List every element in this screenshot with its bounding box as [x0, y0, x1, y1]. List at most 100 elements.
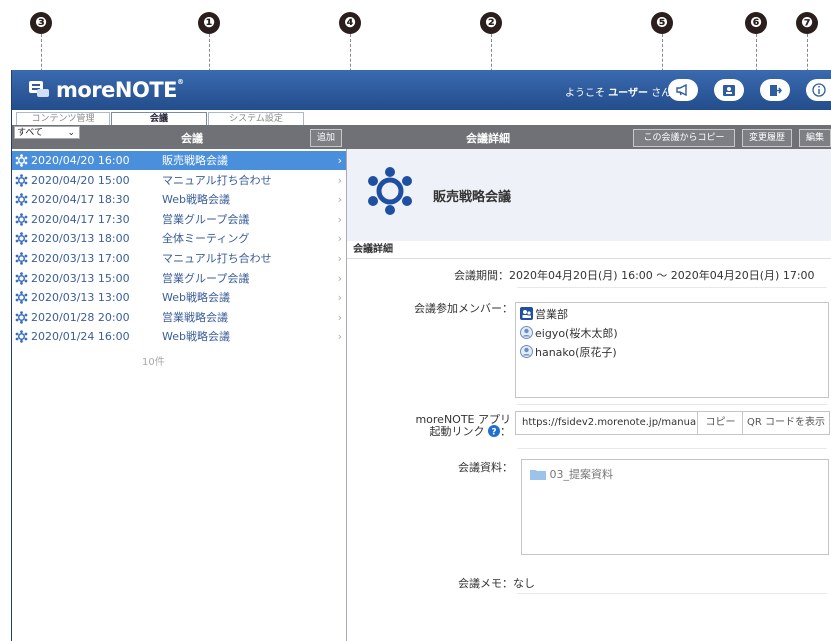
meeting-name: Web戦略会議 — [162, 193, 230, 207]
meeting-list-item[interactable]: 2020/03/13 18:00 全体ミーティング › — [12, 229, 346, 248]
announcement-button[interactable] — [668, 79, 698, 101]
chevron-right-icon: › — [337, 310, 342, 324]
divider — [517, 593, 827, 594]
meeting-date: 2020/03/13 15:00 — [31, 271, 130, 285]
meeting-icon — [15, 193, 28, 206]
welcome-text: ようこそ ユーザー さん — [565, 88, 672, 99]
meeting-list-item[interactable]: 2020/04/20 15:00 マニュアル打ち合わせ › — [12, 171, 346, 190]
meeting-icon — [15, 173, 28, 187]
logout-button[interactable] — [760, 79, 790, 101]
meeting-name: 販売戦略会議 — [162, 154, 228, 167]
meeting-icon — [15, 330, 28, 344]
meeting-icon — [15, 154, 28, 167]
callout-4: ❹ — [339, 12, 361, 34]
document-item[interactable]: 03_提案資料 — [530, 466, 613, 482]
meeting-date: 2020/04/20 16:00 — [31, 154, 130, 167]
meeting-name: Web戦略会議 — [162, 291, 230, 305]
meeting-list-item[interactable]: 2020/04/17 17:30 営業グループ会議 › — [12, 210, 346, 229]
list-count: 10件 — [142, 357, 165, 368]
info-button[interactable] — [806, 79, 831, 101]
chevron-down-icon: ⌄ — [67, 128, 75, 138]
edit-button[interactable]: 編集 — [799, 129, 831, 147]
member-name: hanako(原花子) — [535, 346, 617, 359]
member-name: 営業部 — [535, 308, 568, 321]
period-label: 会議期間： — [454, 269, 509, 282]
documents-box: 03_提案資料 — [521, 459, 829, 555]
divider — [517, 448, 827, 449]
meeting-detail: 販売戦略会議 会議詳細 会議期間： 2020年04月20日(月) 16:00 ～… — [347, 149, 831, 641]
app-header: moreNOTE® ようこそ ユーザー さん — [12, 70, 831, 110]
app-link-label-2: 起動リンク ?： — [429, 425, 511, 438]
meeting-list-item[interactable]: 2020/04/17 18:30 Web戦略会議 › — [12, 190, 346, 209]
callout-3: ❸ — [30, 12, 52, 34]
chevron-right-icon: › — [337, 193, 342, 207]
app-link-url: https://fsidev2.morenote.jp/manua — [522, 417, 697, 428]
list-title: 会議 — [181, 132, 203, 145]
megaphone-icon — [676, 84, 687, 96]
detail-banner: 販売戦略会議 — [347, 149, 831, 241]
meeting-name: マニュアル打ち合わせ — [162, 252, 272, 265]
help-icon[interactable]: ? — [488, 425, 500, 438]
meeting-name: Web戦略会議 — [162, 330, 230, 344]
meeting-icon — [15, 213, 28, 226]
copy-link-button[interactable]: コピー — [697, 411, 744, 435]
callout-6: ❻ — [745, 12, 767, 34]
meeting-date: 2020/01/24 16:00 — [31, 330, 130, 344]
profile-button[interactable] — [714, 79, 744, 101]
group-icon — [520, 307, 533, 320]
meeting-name: 営業戦略会議 — [162, 310, 228, 324]
member-name: eigyo(桜木太郎) — [535, 327, 618, 340]
tab-meetings[interactable]: 会議 — [111, 112, 207, 126]
meeting-date: 2020/01/28 20:00 — [31, 310, 130, 324]
history-button[interactable]: 変更履歴 — [742, 129, 792, 147]
logo-icon — [29, 81, 49, 97]
user-card-icon — [723, 84, 735, 96]
meeting-date: 2020/04/20 15:00 — [31, 173, 130, 187]
callout-2: ❷ — [480, 12, 502, 34]
meeting-date: 2020/03/13 13:00 — [31, 291, 130, 305]
chevron-right-icon: › — [337, 252, 342, 265]
documents-label: 会議資料： — [458, 461, 513, 474]
chevron-right-icon: › — [337, 232, 342, 246]
meeting-icon — [15, 232, 28, 246]
user-icon — [520, 345, 533, 358]
copy-from-meeting-button[interactable]: この会議からコピー — [633, 129, 735, 147]
tab-system-settings[interactable]: システム設定 — [208, 112, 304, 126]
chevron-right-icon: › — [337, 173, 342, 187]
meeting-icon — [15, 291, 28, 304]
meeting-list-item[interactable]: 2020/03/13 17:00 マニュアル打ち合わせ › — [12, 249, 346, 268]
add-button[interactable]: 追加 — [310, 129, 342, 147]
svg-text:?: ? — [491, 428, 496, 438]
app-window: moreNOTE® ようこそ ユーザー さん コンテンツ管理 会議 システム設定… — [11, 70, 831, 641]
memo-value: なし — [513, 577, 535, 590]
filter-select[interactable]: すべて ⌄ — [14, 126, 80, 139]
divider — [517, 404, 827, 405]
meeting-list-item[interactable]: 2020/01/28 20:00 営業戦略会議 › — [12, 308, 346, 327]
chevron-right-icon: › — [337, 212, 342, 226]
app-logo: moreNOTE® — [56, 78, 184, 102]
divider — [517, 287, 827, 288]
meeting-date: 2020/04/17 18:30 — [31, 193, 130, 207]
toolbar: すべて ⌄ 会議 追加 会議詳細 この会議からコピー 変更履歴 編集 — [12, 125, 831, 149]
show-qr-button[interactable]: QR コードを表示 — [742, 411, 830, 435]
app-link-field[interactable]: https://fsidev2.morenote.jp/manua — [515, 411, 699, 435]
memo-label: 会議メモ： — [458, 577, 513, 590]
meeting-list: 2020/04/20 16:00 販売戦略会議 › 2020/04/20 15:00 マ… — [12, 149, 347, 641]
meeting-name: 営業グループ会議 — [162, 271, 250, 285]
user-icon — [520, 326, 533, 339]
meeting-icon — [15, 252, 28, 265]
meeting-date: 2020/03/13 17:00 — [31, 252, 130, 265]
meeting-icon — [15, 311, 28, 324]
callout-1: ❶ — [198, 12, 220, 34]
meeting-name: 全体ミーティング — [162, 232, 250, 246]
chevron-right-icon: › — [337, 291, 342, 305]
meeting-icon — [15, 271, 28, 285]
tab-contents[interactable]: コンテンツ管理 — [16, 112, 110, 126]
meeting-list-item[interactable]: 2020/01/24 16:00 Web戦略会議 › — [12, 327, 346, 346]
meeting-icon — [368, 167, 412, 215]
member-item: eigyo(桜木太郎) — [520, 326, 618, 342]
meeting-list-item[interactable]: 2020/04/20 16:00 販売戦略会議 › — [12, 151, 346, 170]
meeting-list-item[interactable]: 2020/03/13 15:00 営業グループ会議 › — [12, 269, 346, 288]
meeting-list-item[interactable]: 2020/03/13 13:00 Web戦略会議 › — [12, 288, 346, 307]
detail-title: 会議詳細 — [466, 132, 510, 145]
